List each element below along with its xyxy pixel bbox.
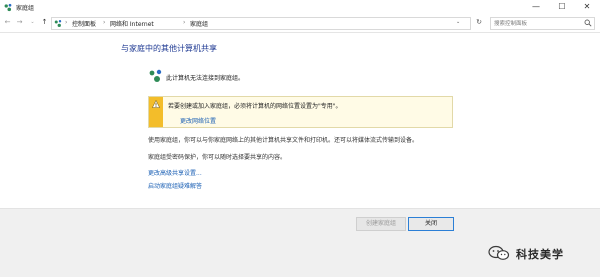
network-location-warning: 若要创建或加入家庭组，必须将计算机的网络位置设置为"专用"。 更改网络位置	[148, 96, 453, 128]
recent-locations-icon[interactable]: ⌄	[28, 18, 37, 27]
homegroup-icon	[4, 3, 12, 12]
wechat-icon	[488, 245, 510, 260]
watermark-text: 科技美学	[516, 248, 564, 261]
create-homegroup-button[interactable]: 创建家庭组	[356, 217, 406, 231]
change-network-location-link[interactable]: 更改网络位置	[180, 116, 216, 125]
window-title: 家庭组	[16, 5, 35, 12]
breadcrumb-separator: ›	[65, 19, 68, 26]
warning-icon	[152, 100, 160, 108]
close-button[interactable]: 关闭	[408, 217, 454, 231]
warning-text: 若要创建或加入家庭组，必须将计算机的网络位置设置为"专用"。	[168, 103, 342, 110]
page-title: 与家庭中的其他计算机共享	[121, 44, 217, 53]
title-bar: 家庭组 — ☐ ✕	[0, 0, 600, 14]
control-panel-icon	[54, 20, 62, 28]
watermark: 科技美学	[488, 245, 598, 261]
main-content: 与家庭中的其他计算机共享 此计算机无法连接到家庭组。 若要创建或加入家庭组，必须…	[0, 33, 600, 213]
homegroup-troubleshooter-link[interactable]: 启动家庭组疑难解答	[148, 181, 202, 190]
address-bar[interactable]: › 控制面板 › 网络和 Internet › 家庭组 ⌄	[51, 17, 471, 30]
breadcrumb-network-internet[interactable]: 网络和 Internet	[110, 19, 154, 28]
search-icon[interactable]	[584, 19, 592, 27]
connection-status-text: 此计算机无法连接到家庭组。	[166, 75, 245, 82]
breadcrumb-homegroup[interactable]: 家庭组	[190, 19, 208, 28]
maximize-button[interactable]: ☐	[549, 0, 575, 14]
address-dropdown-icon[interactable]: ⌄	[456, 19, 460, 25]
warning-bar	[149, 97, 163, 127]
close-window-button[interactable]: ✕	[574, 0, 600, 14]
forward-arrow-icon[interactable]: →	[15, 18, 24, 27]
footer-bar: 创建家庭组 关闭 科技美学	[0, 208, 600, 277]
search-box[interactable]	[490, 17, 595, 30]
search-input[interactable]	[494, 19, 579, 28]
homegroup-icon	[149, 69, 162, 82]
breadcrumb-separator: ›	[103, 19, 106, 26]
breadcrumb-separator: ›	[183, 19, 186, 26]
advanced-sharing-settings-link[interactable]: 更改高级共享设置...	[148, 168, 202, 177]
minimize-button[interactable]: —	[523, 0, 549, 14]
breadcrumb-control-panel[interactable]: 控制面板	[72, 19, 96, 28]
password-protection-note: 家庭组受密码保护，你可以随时选择要共享的内容。	[148, 154, 287, 161]
address-row: ← → ⌄ ↑ › 控制面板 › 网络和 Internet › 家庭组 ⌄ ↻	[0, 14, 600, 33]
back-arrow-icon[interactable]: ←	[3, 18, 12, 27]
refresh-icon[interactable]: ↻	[474, 17, 484, 28]
up-arrow-icon[interactable]: ↑	[40, 18, 49, 27]
homegroup-description: 使用家庭组，你可以与你家庭网络上的其他计算机共享文件和打印机。还可以将媒体流式传…	[148, 137, 419, 144]
